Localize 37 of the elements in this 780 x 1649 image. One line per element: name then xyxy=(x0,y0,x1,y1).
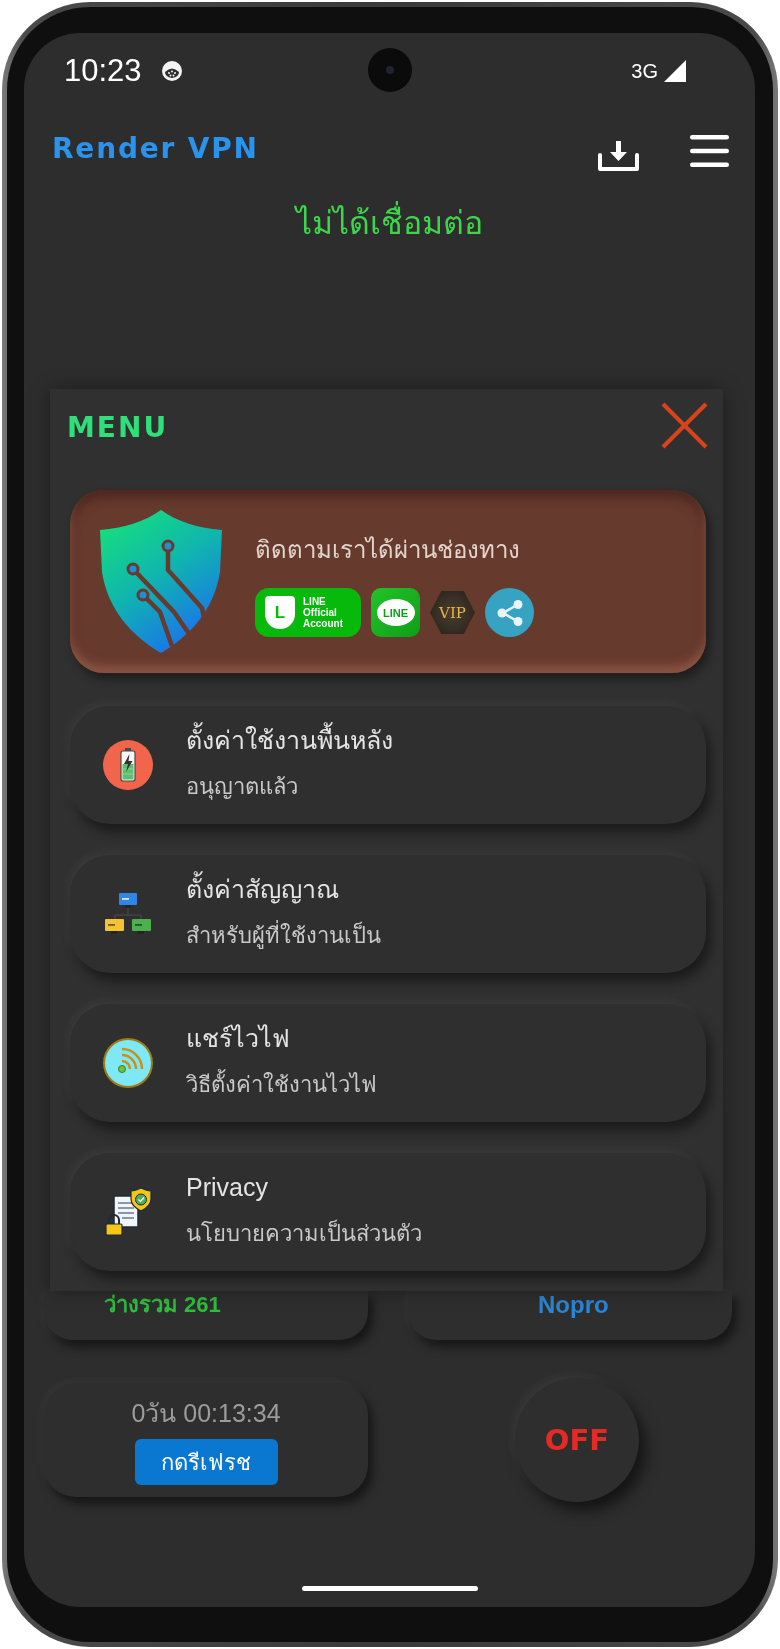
notification-icon xyxy=(161,60,182,81)
close-icon[interactable] xyxy=(661,402,708,449)
signal-icon xyxy=(664,59,686,82)
menu-icon[interactable] xyxy=(690,135,729,167)
item-subtitle: นโยบายความเป็นส่วนตัว xyxy=(186,1220,422,1248)
privacy-document-icon xyxy=(103,1187,153,1237)
share-button[interactable] xyxy=(485,588,534,637)
connection-status: ไม่ได้เชื่อมต่อ xyxy=(24,188,755,258)
line-button[interactable]: LINE xyxy=(371,588,420,637)
download-icon[interactable] xyxy=(597,138,640,172)
item-subtitle: อนุญาตแล้ว xyxy=(186,773,298,801)
menu-item[interactable]: ตั้งค่าใช้งานพื้นหลัง อนุญาตแล้ว xyxy=(70,706,706,824)
wifi-icon xyxy=(103,1038,153,1088)
share-icon xyxy=(496,599,523,626)
item-title: Privacy xyxy=(186,1172,268,1203)
follow-text: ติดตามเราได้ผ่านช่องทาง xyxy=(255,535,521,565)
refresh-button[interactable]: กดรีเฟรช xyxy=(134,1439,278,1485)
menu-title: MENU xyxy=(67,413,169,443)
elapsed-time: 0วัน 00:13:34 xyxy=(131,1398,281,1428)
item-title: ตั้งค่าใช้งานพื้นหลัง xyxy=(186,724,393,756)
item-title: ตั้งค่าสัญญาณ xyxy=(186,873,339,905)
network-type: 3G xyxy=(631,60,658,81)
shield-circuit-icon xyxy=(100,510,222,653)
camera-hole xyxy=(368,48,412,92)
status-time: 10:23 xyxy=(64,55,142,86)
battery-icon xyxy=(103,740,153,790)
vip-button[interactable]: VIP xyxy=(430,588,475,637)
item-subtitle: สำหรับผู้ที่ใช้งานเป็น xyxy=(186,922,381,950)
menu-item[interactable]: Privacy นโยบายความเป็นส่วนตัว xyxy=(70,1153,706,1271)
app-title: Render VPN xyxy=(52,131,259,165)
menu-item[interactable]: ตั้งค่าสัญญาณ สำหรับผู้ที่ใช้งานเป็น xyxy=(70,855,706,973)
menu-item[interactable]: แชร์ไวไฟ วิธีตั้งค่าใช้งานไวไฟ xyxy=(70,1004,706,1122)
quota-label: ว่างรวม 261 xyxy=(104,1291,221,1319)
item-subtitle: วิธีตั้งค่าใช้งานไวไฟ xyxy=(186,1071,377,1099)
logo-mark: L xyxy=(265,596,295,629)
plan-label: Nopro xyxy=(538,1291,609,1319)
item-title: แชร์ไวไฟ xyxy=(186,1023,290,1054)
